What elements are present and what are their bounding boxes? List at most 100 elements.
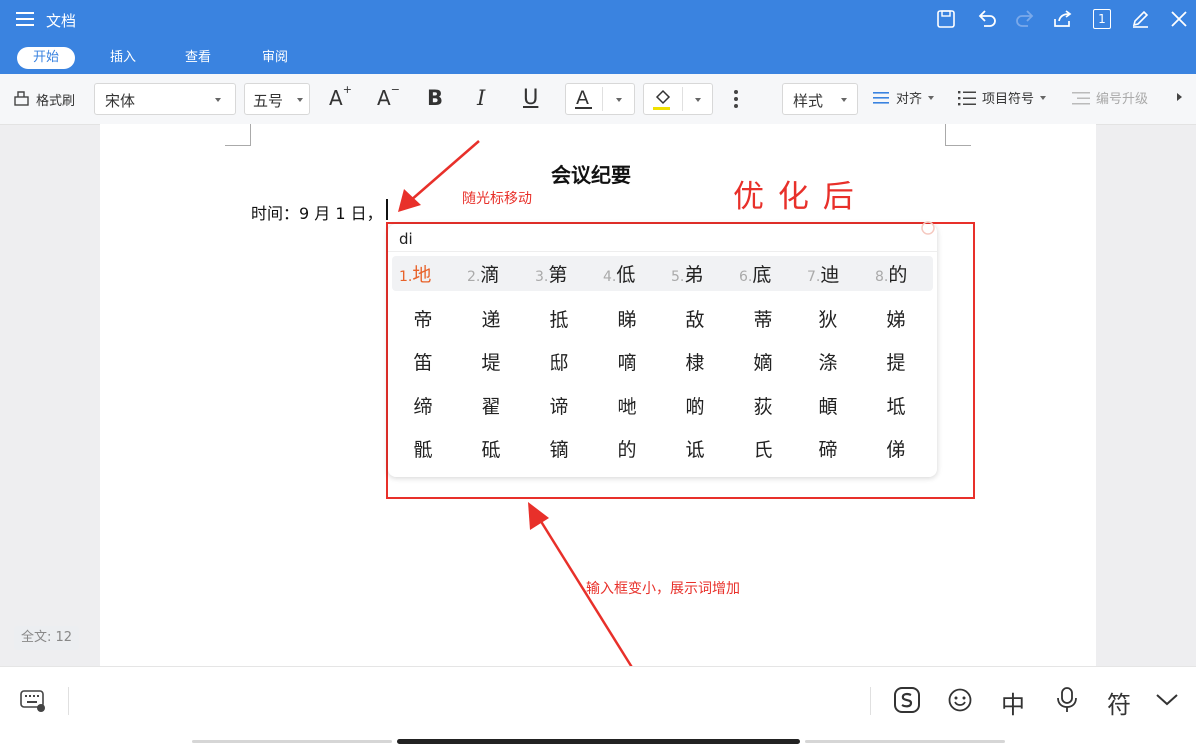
undo-icon[interactable]: [976, 9, 998, 29]
grid-char[interactable]: 嘀: [607, 348, 647, 375]
style-label: 样式: [793, 92, 824, 110]
symbol-button[interactable]: 符: [1107, 685, 1131, 720]
divider: [602, 87, 603, 111]
grid-char[interactable]: 啲: [675, 392, 715, 419]
divider: [682, 87, 683, 111]
tab-home[interactable]: 开始: [17, 47, 75, 69]
edit-pen-icon[interactable]: [1130, 9, 1150, 29]
document-line: 时间：9 月 1 日，: [251, 204, 383, 223]
grid-char[interactable]: 棣: [675, 348, 715, 375]
font-name-value: 宋体: [105, 92, 136, 110]
bold-button[interactable]: B: [427, 86, 443, 110]
candidate-item[interactable]: 4. 低: [603, 260, 671, 287]
document-heading: 会议纪要: [551, 163, 631, 187]
font-color-select[interactable]: A: [565, 83, 635, 115]
divider: [388, 251, 937, 252]
grid-char[interactable]: 哋: [607, 392, 647, 419]
margin-corner-top-right: [945, 124, 971, 146]
candidate-item[interactable]: 6. 底: [739, 260, 807, 287]
grid-char[interactable]: 嫡: [743, 348, 783, 375]
numbering-upgrade-button[interactable]: 编号升级: [1072, 88, 1148, 107]
page-count-icon[interactable]: 1: [1093, 9, 1111, 29]
candidate-item[interactable]: 3. 第: [535, 260, 603, 287]
grid-char[interactable]: 娣: [876, 305, 916, 332]
candidate-item[interactable]: 1. 地: [399, 260, 467, 287]
grid-char[interactable]: 涤: [808, 348, 848, 375]
grid-char[interactable]: 笛: [403, 348, 443, 375]
grid-char[interactable]: 抵: [539, 305, 579, 332]
share-icon[interactable]: [1052, 9, 1074, 29]
home-indicator[interactable]: [397, 739, 800, 744]
tab-view[interactable]: 查看: [173, 47, 223, 69]
decrease-font-button[interactable]: A−: [377, 83, 400, 110]
save-icon[interactable]: [936, 9, 956, 29]
text-cursor: [386, 199, 388, 220]
grid-char[interactable]: 荻: [743, 392, 783, 419]
grid-char[interactable]: 碲: [808, 435, 848, 462]
collapse-chevron-icon[interactable]: [1155, 692, 1179, 708]
candidate-char: 迪: [820, 264, 840, 286]
grid-char[interactable]: 的: [607, 435, 647, 462]
keyboard-icon[interactable]: [20, 689, 46, 713]
grid-char[interactable]: 坻: [876, 392, 916, 419]
candidate-item[interactable]: 2. 滴: [467, 260, 535, 287]
candidate-number: 6.: [739, 269, 753, 285]
candidate-number: 8.: [875, 269, 889, 285]
underline-button[interactable]: U: [523, 85, 538, 109]
sogou-icon[interactable]: [893, 686, 921, 714]
candidate-item[interactable]: 5. 弟: [671, 260, 739, 287]
grid-char[interactable]: 氏: [743, 435, 783, 462]
grid-char[interactable]: 翟: [471, 392, 511, 419]
chevron-down-icon: [215, 98, 221, 102]
tab-review[interactable]: 审阅: [250, 47, 300, 69]
grid-char[interactable]: 缔: [403, 392, 443, 419]
grid-char[interactable]: 谛: [539, 392, 579, 419]
grid-char[interactable]: 邸: [539, 348, 579, 375]
highlight-color-select[interactable]: [643, 83, 713, 115]
app-title: 文档: [46, 12, 77, 30]
close-icon[interactable]: [1170, 10, 1188, 28]
italic-button[interactable]: I: [477, 86, 485, 110]
toolbar-more-arrow-icon[interactable]: [1177, 93, 1182, 101]
hamburger-icon[interactable]: [16, 11, 34, 27]
candidate-grid-row: 骶 砥 镝 的 诋 氏 碲 俤: [403, 435, 916, 462]
align-button[interactable]: 对齐: [872, 88, 935, 107]
chevron-down-icon: [841, 98, 847, 102]
bullets-button[interactable]: 项目符号: [958, 88, 1047, 107]
align-icon: [873, 91, 889, 104]
font-name-select[interactable]: 宋体: [94, 83, 236, 115]
grid-char[interactable]: 蒂: [743, 305, 783, 332]
grid-char[interactable]: 递: [471, 305, 511, 332]
candidate-item[interactable]: 7. 迪: [807, 260, 875, 287]
grid-char[interactable]: 诋: [675, 435, 715, 462]
cursor-follow-annotation: 随光标移动: [462, 191, 532, 207]
candidate-item[interactable]: 8. 的: [875, 260, 935, 287]
increase-font-button[interactable]: A+: [329, 83, 352, 110]
more-options-icon[interactable]: [734, 90, 738, 108]
grid-char[interactable]: 提: [876, 348, 916, 375]
candidate-number: 3.: [535, 269, 549, 285]
candidate-number: 7.: [807, 269, 821, 285]
redo-icon[interactable]: [1014, 9, 1036, 29]
grid-char[interactable]: 睇: [607, 305, 647, 332]
mic-icon[interactable]: [1055, 686, 1079, 714]
grid-char[interactable]: 頔: [808, 392, 848, 419]
grid-char[interactable]: 敌: [675, 305, 715, 332]
grid-char[interactable]: 帝: [403, 305, 443, 332]
highlight-swatch: [653, 107, 670, 110]
grid-char[interactable]: 狄: [808, 305, 848, 332]
font-size-select[interactable]: 五号: [244, 83, 310, 115]
grid-char[interactable]: 镝: [539, 435, 579, 462]
chinese-mode-button[interactable]: 中: [1001, 685, 1025, 720]
grid-char[interactable]: 俤: [876, 435, 916, 462]
grid-char[interactable]: 砥: [471, 435, 511, 462]
chevron-down-icon: [695, 98, 701, 102]
grid-char[interactable]: 骶: [403, 435, 443, 462]
tab-insert[interactable]: 插入: [98, 47, 148, 69]
font-color-label: A: [576, 87, 589, 109]
style-select[interactable]: 样式: [782, 83, 858, 115]
grid-char[interactable]: 堤: [471, 348, 511, 375]
format-painter-button[interactable]: 格式刷: [12, 88, 75, 110]
emoji-icon[interactable]: [947, 687, 973, 713]
title-bar: 文档 1: [0, 0, 1196, 40]
